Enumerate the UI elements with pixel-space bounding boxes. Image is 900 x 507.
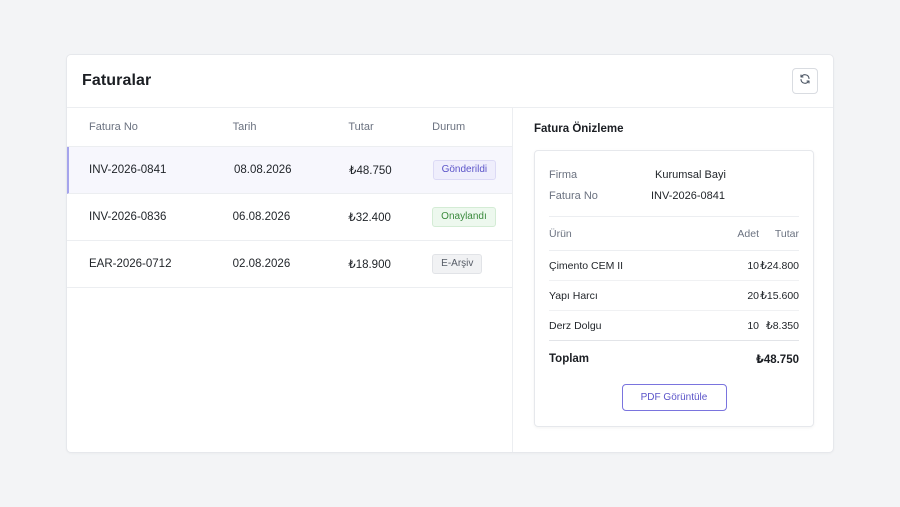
invoice-number: INV-2026-0836 [89, 211, 167, 223]
invoice-amount: ₺32.400 [348, 212, 391, 224]
invoice-date: 02.08.2026 [232, 258, 291, 270]
invoice-number: INV-2026-0841 [89, 164, 167, 176]
invoice-date: 06.08.2026 [232, 211, 291, 223]
invoice-preview-panel: Fatura Önizleme Firma Kurumsal Bayi Fatu… [513, 108, 833, 452]
list-item: Derz Dolgu 10 ₺8.350 [549, 311, 799, 341]
column-header-date: Tarih [232, 121, 257, 133]
invoice-date: 08.08.2026 [233, 164, 292, 176]
item-product: Yapı Harcı [549, 289, 598, 302]
item-product: Derz Dolgu [549, 319, 602, 332]
total-value: ₺48.750 [755, 354, 799, 366]
pdf-view-button[interactable]: PDF Görüntüle [621, 384, 727, 411]
total-label: Toplam [549, 353, 590, 365]
column-header-total: Tutar [774, 227, 799, 240]
invoice-number: EAR-2026-0712 [89, 258, 172, 270]
status-badge: Onaylandı [432, 207, 496, 227]
column-header-qty: Adet [737, 227, 759, 240]
page-title: Faturalar [82, 72, 152, 89]
status-badge: E-Arşiv [432, 254, 483, 274]
column-header-product: Ürün [549, 227, 572, 240]
column-header-amount: Tutar [348, 121, 374, 133]
invoice-table: Fatura No Tarih Tutar Durum INV-2026-084… [67, 108, 512, 288]
table-row[interactable]: INV-2026-0841 08.08.2026 ₺48.750 Gönderi… [67, 147, 512, 194]
column-header-no: Fatura No [89, 121, 138, 133]
item-amount: ₺8.350 [766, 319, 799, 332]
card-header: Faturalar [67, 55, 833, 108]
list-item: Çimento CEM II 10 ₺24.800 [549, 251, 799, 281]
list-item: Yapı Harcı 20 ₺15.600 [549, 281, 799, 311]
firma-label: Firma [549, 168, 578, 181]
preview-title: Fatura Önizleme [534, 123, 624, 135]
invoice-number-value: INV-2026-0841 [651, 189, 725, 202]
item-product: Çimento CEM II [549, 259, 624, 272]
refresh-icon [799, 72, 811, 90]
item-qty: 10 [747, 259, 759, 272]
invoice-number-row: Fatura No INV-2026-0841 [549, 185, 799, 206]
item-amount: ₺24.800 [760, 259, 799, 272]
preview-card: Firma Kurumsal Bayi Fatura No INV-2026-0… [534, 150, 814, 427]
table-header: Fatura No Tarih Tutar Durum [67, 108, 512, 147]
invoice-list-panel: Fatura No Tarih Tutar Durum INV-2026-084… [67, 108, 513, 452]
firma-value: Kurumsal Bayi [655, 168, 726, 181]
table-row[interactable]: EAR-2026-0712 02.08.2026 ₺18.900 E-Arşiv [67, 241, 512, 288]
refresh-button[interactable] [792, 68, 818, 94]
invoice-amount: ₺18.900 [348, 259, 391, 271]
invoices-card: Faturalar Fatura No Tarih Tutar Durum IN… [66, 54, 834, 453]
invoice-amount: ₺48.750 [349, 165, 392, 177]
total-row: Toplam ₺48.750 [549, 341, 799, 377]
item-qty: 20 [747, 289, 759, 302]
items-header: Ürün Adet Tutar [549, 217, 799, 251]
status-badge: Gönderildi [432, 160, 497, 180]
item-amount: ₺15.600 [760, 289, 799, 302]
column-header-status: Durum [432, 121, 466, 133]
item-qty: 10 [747, 319, 759, 332]
table-row[interactable]: INV-2026-0836 06.08.2026 ₺32.400 Onaylan… [67, 194, 512, 241]
invoice-number-label: Fatura No [549, 189, 598, 202]
firma-row: Firma Kurumsal Bayi [549, 164, 799, 185]
